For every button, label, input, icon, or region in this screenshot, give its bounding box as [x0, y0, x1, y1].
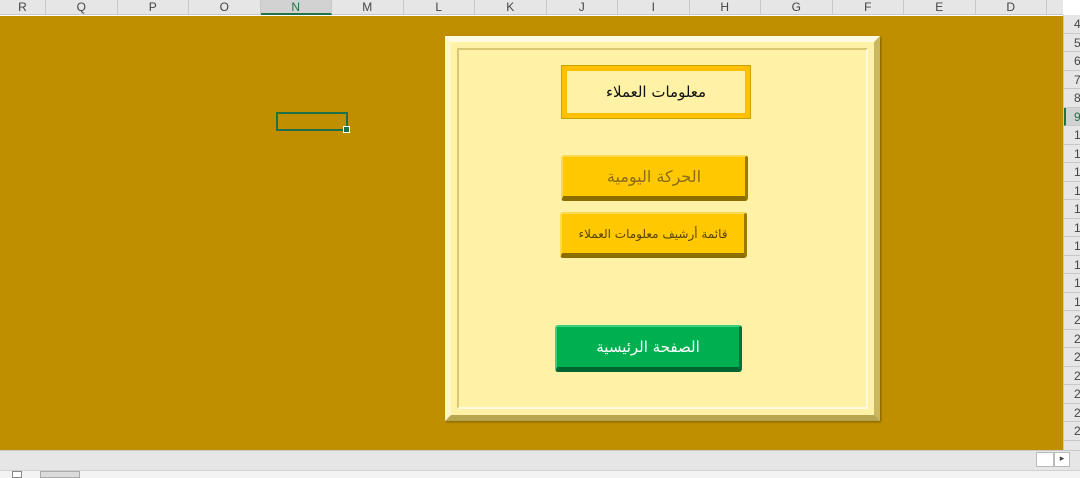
selected-cell[interactable]	[276, 112, 350, 133]
row-header-7[interactable]: 7	[1064, 71, 1080, 89]
row-header-bar: 4567891011121314151617181920212223242526	[1063, 15, 1080, 450]
horizontal-scrollbar[interactable]	[0, 450, 1080, 470]
column-header-m[interactable]: M	[332, 0, 404, 15]
column-header-q[interactable]: Q	[46, 0, 118, 15]
row-header-26[interactable]: 26	[1064, 422, 1080, 441]
column-header-k[interactable]: K	[475, 0, 547, 15]
home-page-button[interactable]: الصفحة الرئيسية	[555, 325, 742, 372]
row-header-17[interactable]: 17	[1064, 256, 1080, 274]
column-header-f[interactable]: F	[833, 0, 904, 15]
column-header-o[interactable]: O	[189, 0, 261, 15]
row-header-22[interactable]: 22	[1064, 348, 1080, 367]
column-header-n[interactable]: N	[260, 0, 332, 15]
column-header-j[interactable]: J	[547, 0, 618, 15]
row-header-21[interactable]: 21	[1064, 330, 1080, 348]
column-header-d[interactable]: D	[976, 0, 1047, 15]
row-header-12[interactable]: 12	[1064, 163, 1080, 182]
row-header-13[interactable]: 13	[1064, 182, 1080, 200]
row-header-8[interactable]: 8	[1064, 89, 1080, 108]
row-header-14[interactable]: 14	[1064, 200, 1080, 219]
row-header-18[interactable]: 18	[1064, 274, 1080, 293]
daily-movement-button[interactable]: الحركة اليومية	[561, 155, 748, 201]
row-header-23[interactable]: 23	[1064, 367, 1080, 385]
column-header-g[interactable]: G	[761, 0, 833, 15]
column-header-p[interactable]: P	[118, 0, 189, 15]
column-header-e[interactable]: E	[904, 0, 976, 15]
row-header-5[interactable]: 5	[1064, 34, 1080, 52]
row-header-24[interactable]: 24	[1064, 385, 1080, 404]
row-header-11[interactable]: 11	[1064, 145, 1080, 163]
column-header-l[interactable]: L	[404, 0, 475, 15]
column-header-i[interactable]: I	[618, 0, 690, 15]
normal-view-icon[interactable]	[12, 471, 22, 478]
row-header-9[interactable]: 9	[1064, 107, 1080, 126]
row-header-15[interactable]: 15	[1064, 219, 1080, 237]
customer-info-title: معلومات العملاء	[561, 65, 751, 119]
status-bar	[0, 470, 1080, 478]
page-layout-view-icon[interactable]	[40, 471, 80, 478]
scroll-thumb[interactable]	[1036, 452, 1054, 467]
scroll-right-icon[interactable]: ▸	[1054, 452, 1070, 467]
row-header-25[interactable]: 25	[1064, 404, 1080, 422]
row-header-20[interactable]: 20	[1064, 311, 1080, 330]
column-header-bar: RQPONMLKJIHGFED	[0, 0, 1063, 15]
row-header-6[interactable]: 6	[1064, 52, 1080, 71]
row-header-4[interactable]: 4	[1064, 15, 1080, 34]
row-header-16[interactable]: 16	[1064, 237, 1080, 256]
column-header-h[interactable]: H	[690, 0, 761, 15]
customer-archive-list-button[interactable]: قائمة أرشيف معلومات العملاء	[560, 212, 747, 258]
row-header-19[interactable]: 19	[1064, 293, 1080, 311]
row-header-10[interactable]: 10	[1064, 126, 1080, 145]
column-header-r[interactable]: R	[0, 0, 46, 15]
